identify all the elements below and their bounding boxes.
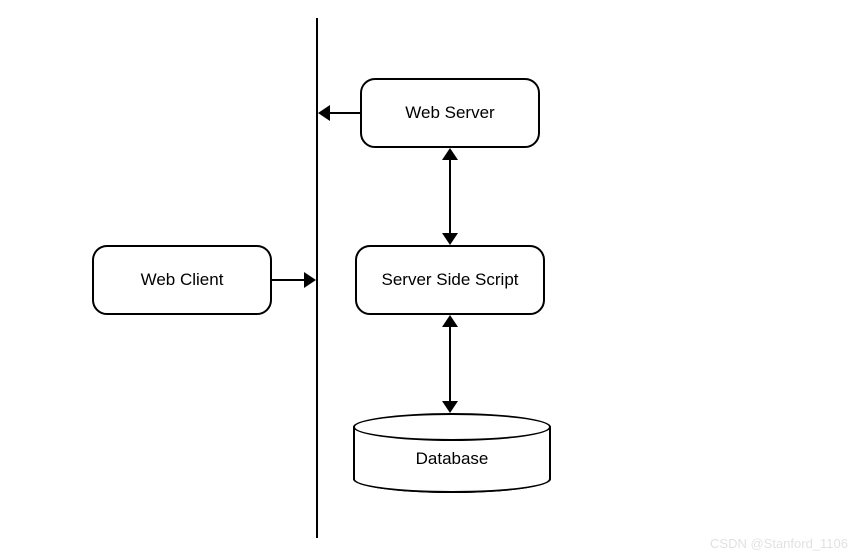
divider-line <box>316 18 318 538</box>
database-node: Database <box>353 413 551 493</box>
server-script-label: Server Side Script <box>382 270 519 290</box>
watermark-text: CSDN @Stanford_1106 <box>710 536 848 551</box>
database-label: Database <box>353 449 551 469</box>
web-client-label: Web Client <box>141 270 224 290</box>
web-client-node: Web Client <box>92 245 272 315</box>
web-server-node: Web Server <box>360 78 540 148</box>
architecture-diagram: Web Client Web Server Server Side Script… <box>0 0 856 556</box>
server-script-node: Server Side Script <box>355 245 545 315</box>
web-server-label: Web Server <box>405 103 494 123</box>
